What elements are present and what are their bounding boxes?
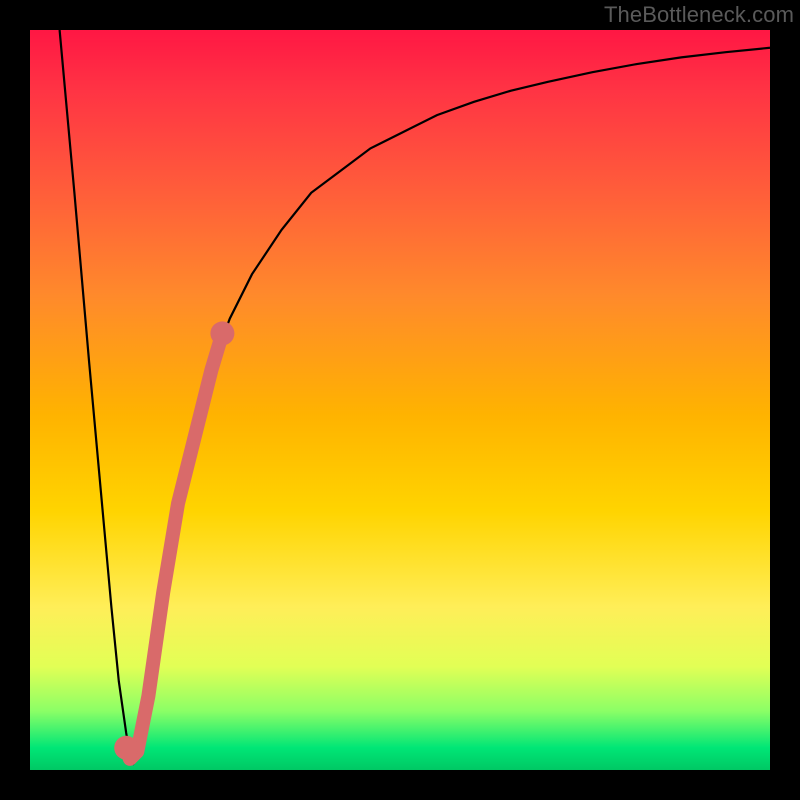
highlight-end-cap [210, 321, 234, 345]
highlight-segment-path [126, 333, 222, 759]
gradient-plot-area [30, 30, 770, 770]
highlight-start-cap [114, 736, 138, 760]
watermark-text: TheBottleneck.com [604, 2, 794, 28]
chart-frame: TheBottleneck.com [0, 0, 800, 800]
chart-svg [30, 30, 770, 770]
bottleneck-curve-path [60, 30, 770, 763]
